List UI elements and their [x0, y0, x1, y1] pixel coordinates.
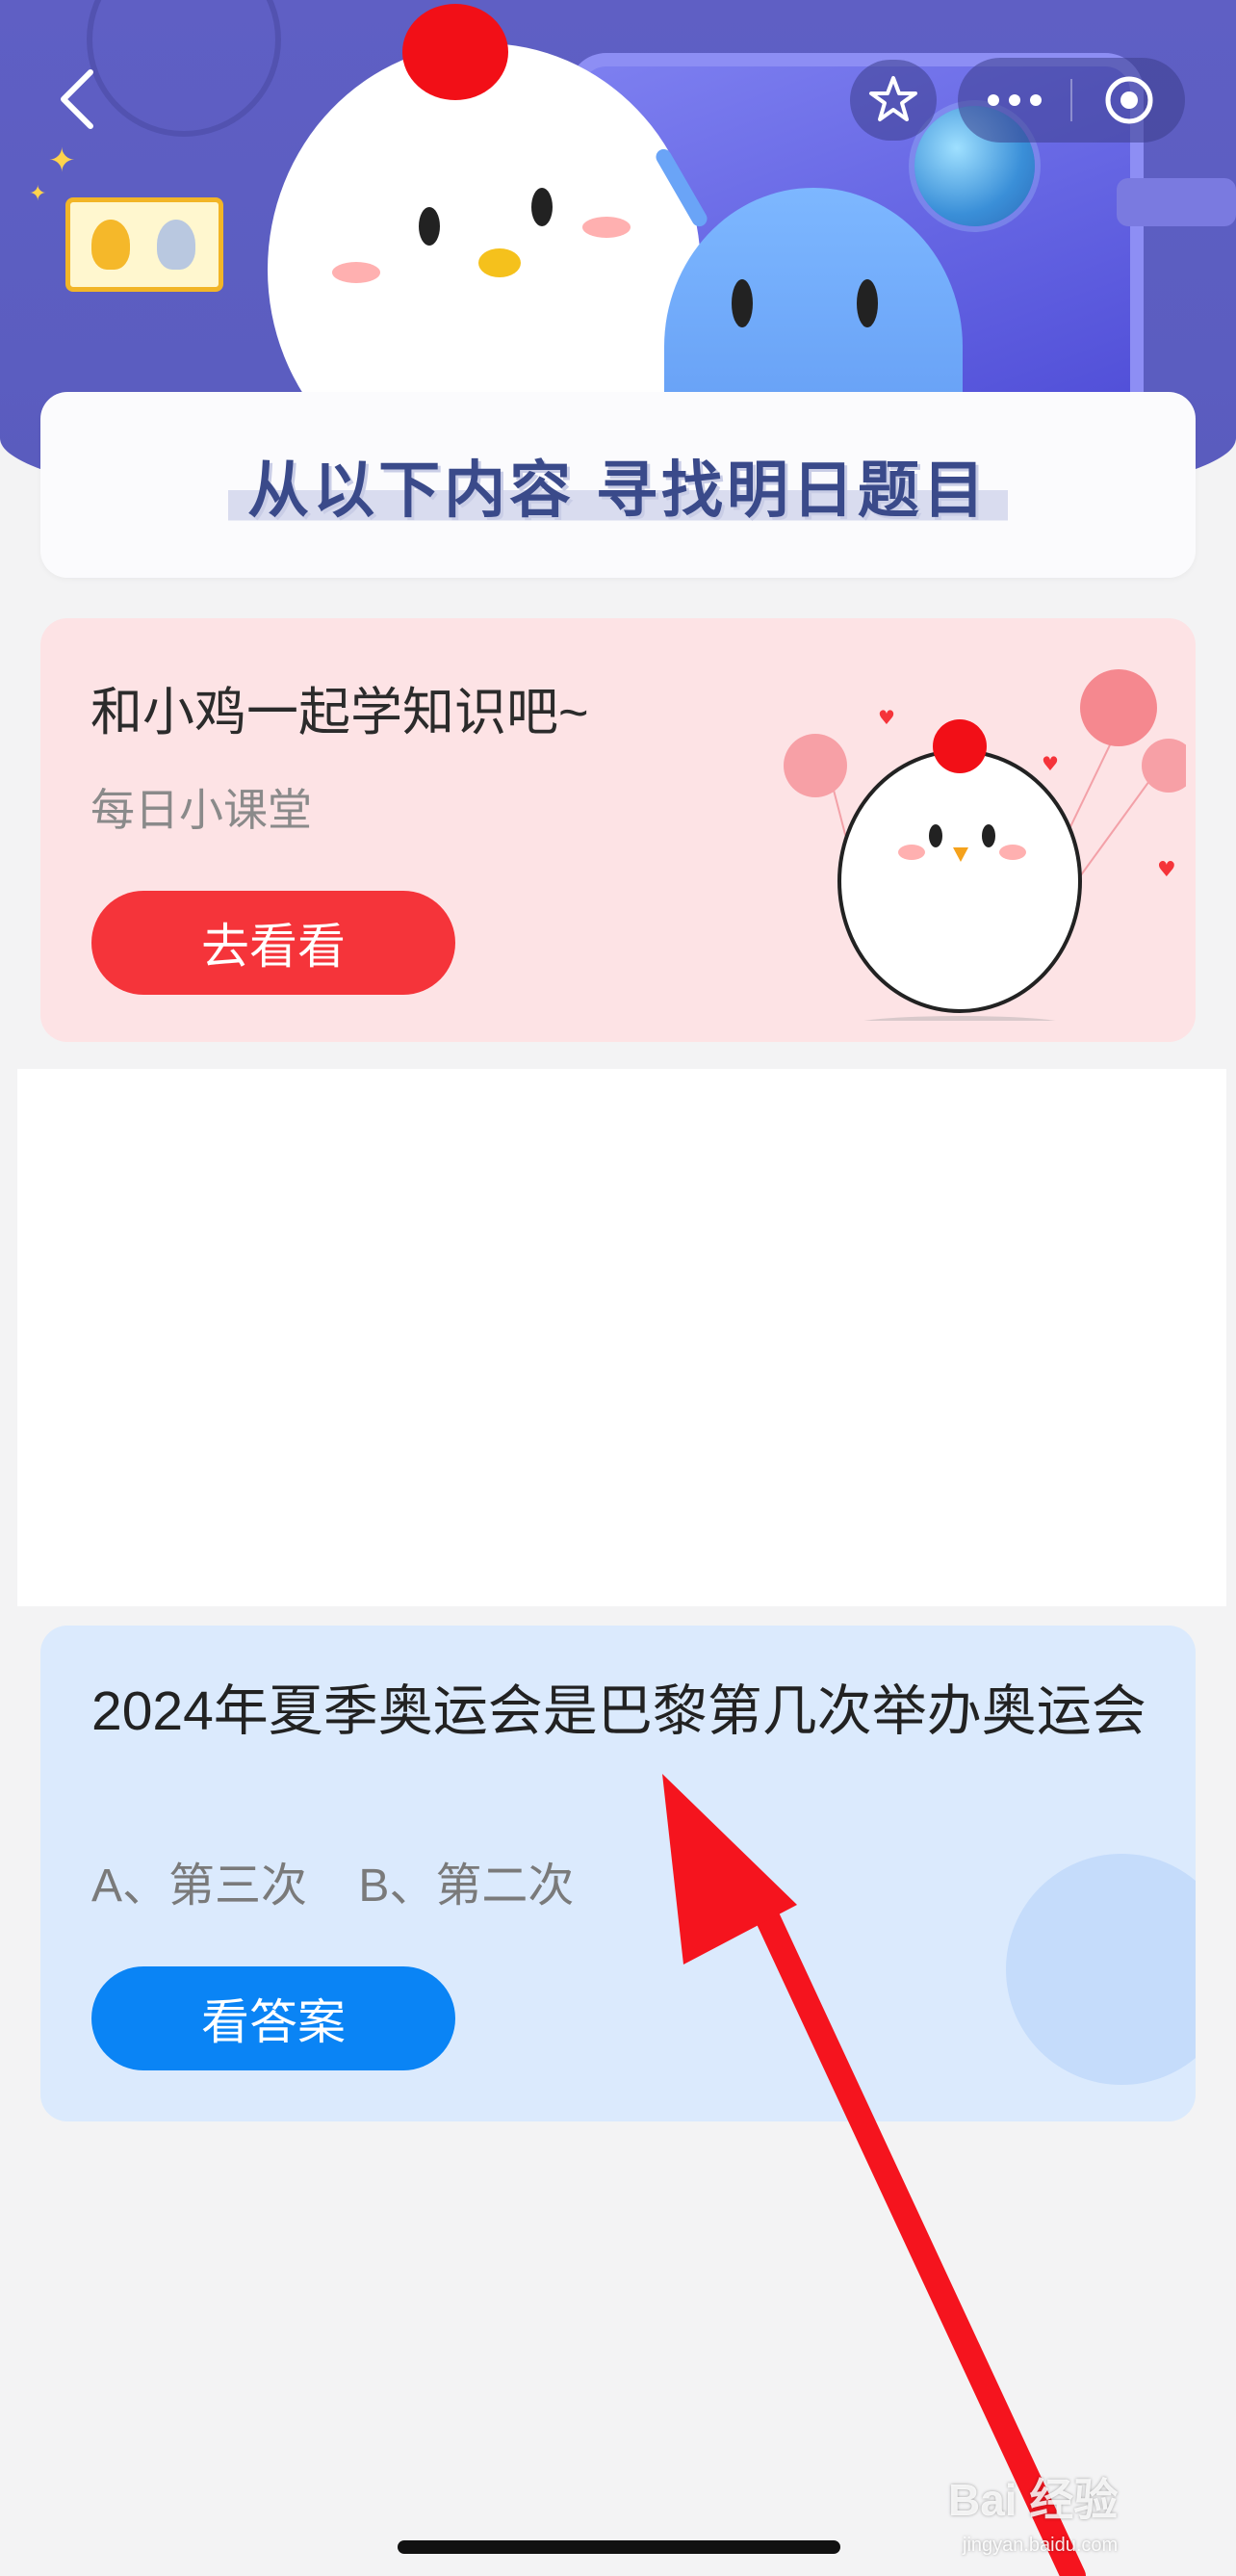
- target-close-icon: [1105, 76, 1152, 124]
- mini-program-capsule: [958, 58, 1185, 143]
- chat-bubble-icon: [1006, 1854, 1196, 2085]
- close-button[interactable]: [1072, 58, 1185, 143]
- svg-text:♥: ♥: [1157, 858, 1176, 882]
- gold-medal-icon: [91, 220, 130, 270]
- chicken-cheek-right: [582, 217, 631, 238]
- home-indicator[interactable]: [398, 2540, 840, 2554]
- chevron-left-icon: [61, 69, 93, 129]
- blank-content-area: [17, 1069, 1226, 1606]
- more-dots-icon: [987, 94, 1042, 106]
- view-answer-button[interactable]: 看答案: [91, 1966, 455, 2070]
- learn-card-title: 和小鸡一起学知识吧~: [90, 684, 589, 742]
- more-button[interactable]: [958, 58, 1070, 143]
- svg-text:♥: ♥: [1042, 752, 1059, 775]
- blob-eye-right: [857, 279, 878, 327]
- watermark-logo: Bai 经验: [948, 2475, 1119, 2525]
- question-text: 2024年夏季奥运会是巴黎第几次举办奥运会: [91, 1680, 1146, 1742]
- silver-medal-icon: [157, 220, 195, 270]
- chicken-eye-left: [419, 207, 440, 246]
- chicken-eye-right: [531, 188, 553, 226]
- blob-eye-left: [732, 279, 753, 327]
- banner-title-card: 从以下内容 寻找明日题目: [40, 392, 1196, 578]
- banner-title: 从以下内容 寻找明日题目: [228, 434, 1008, 535]
- chicken-cheek-left: [332, 262, 380, 283]
- chicken-comb: [402, 4, 508, 100]
- decorative-circle: [87, 0, 281, 137]
- decorative-rail: [1117, 178, 1236, 226]
- medal-board-icon: [65, 197, 223, 292]
- question-options: A、第三次 B、第二次: [91, 1860, 575, 1912]
- favorite-button[interactable]: [850, 60, 937, 141]
- sparkle-small-icon: ✦: [29, 181, 47, 205]
- sparkle-icon: ✦: [48, 143, 76, 179]
- back-button[interactable]: [46, 65, 108, 133]
- learn-card-subtitle: 每日小课堂: [90, 785, 312, 835]
- go-see-button[interactable]: 去看看: [91, 891, 455, 995]
- star-icon: [869, 76, 917, 121]
- chicken-balloons-illustration: ♥ ♥ ♥: [784, 669, 1186, 1021]
- chicken-beak: [478, 248, 521, 277]
- watermark-url: jingyan.baidu.com: [963, 2535, 1119, 2556]
- svg-text:♥: ♥: [878, 706, 895, 729]
